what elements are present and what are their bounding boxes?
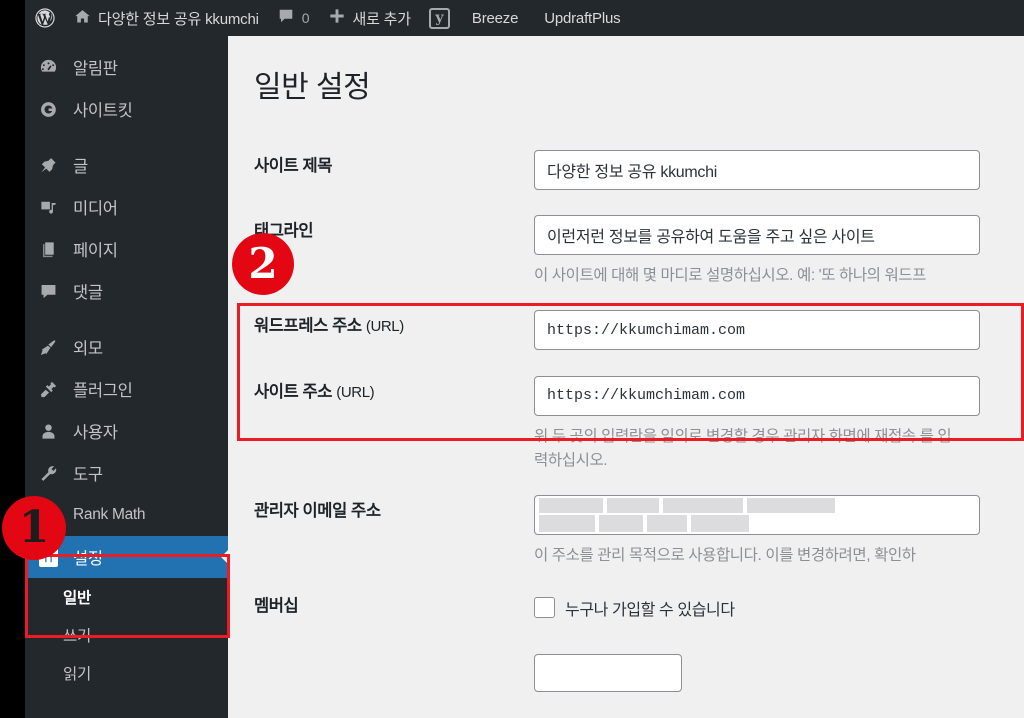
wordpress-address-label-suffix: (URL) <box>365 318 404 336</box>
sidebar-submenu-writing[interactable]: 쓰기 <box>25 616 228 654</box>
user-icon <box>39 422 67 441</box>
sidebar-item-dashboard[interactable]: 알림판 <box>25 46 228 88</box>
admin-sidebar-menu: 알림판 사이트킷 글 미디어 페이지 댓글 외모 플러그인 사용자 도구 Ran… <box>25 36 229 718</box>
annotation-badge-1: 1 <box>2 496 66 560</box>
wordpress-address-input[interactable] <box>534 310 980 351</box>
yoast-seo-menu[interactable]: y <box>420 0 459 36</box>
sidebar-item-label: 사용자 <box>73 424 118 442</box>
new-content-label: 새로 추가 <box>352 10 412 28</box>
site-title-input[interactable] <box>534 150 980 190</box>
sidebar-submenu-reading[interactable]: 읽기 <box>25 654 228 692</box>
wordpress-admin-screen: 다양한 정보 공유 kkumchi 0 새로 추가 y Breeze Updra… <box>0 0 1024 718</box>
adminbar-item-updraftplus[interactable]: UpdraftPlus <box>531 0 633 36</box>
comments-count: 0 <box>301 10 310 26</box>
comment-bubble-icon <box>277 7 295 29</box>
site-address-input[interactable] <box>534 375 980 416</box>
site-address-description: 위 두 곳의 입력란을 임의로 변경할 경우 관리자 화면에 재접속 를 입력하… <box>534 427 952 469</box>
admin-email-input[interactable] <box>534 494 980 535</box>
submenu-arrow-icon <box>221 549 229 565</box>
site-address-label-main: 사이트 주소 <box>254 382 333 401</box>
adminbar-item-breeze[interactable]: Breeze <box>459 0 531 36</box>
sidebar-item-appearance[interactable]: 외모 <box>25 326 228 368</box>
field-row-wordpress-address: 워드프레스 주소 (URL) <box>228 294 1024 359</box>
field-row-tagline: 태그라인 이 사이트에 대해 몇 마디로 설명하십시오. 예: '또 하나의 워… <box>228 199 1024 294</box>
membership-label: 멤버십 <box>254 596 299 615</box>
wordpress-logo-menu[interactable] <box>25 0 65 36</box>
new-content-menu[interactable]: 새로 추가 <box>319 0 420 36</box>
default-role-select[interactable] <box>534 653 682 692</box>
sidebar-item-label: 도구 <box>73 466 103 484</box>
yoast-glyph: y <box>435 10 444 26</box>
field-row-admin-email: 관리자 이메일 주소 이 주소를 관리 목적으로 사용합니다. 이를 변경하려면… <box>228 479 1024 574</box>
wordpress-address-label: 워드프레스 주소 (URL) <box>228 294 534 359</box>
sidebar-item-label: 플러그인 <box>73 382 133 400</box>
sidebar-item-label: 외모 <box>73 340 103 358</box>
sidebar-item-label: 글 <box>73 158 88 176</box>
pages-icon <box>39 240 67 259</box>
home-icon <box>74 8 91 29</box>
plugin-icon <box>39 380 67 399</box>
sidebar-submenu-label: 쓰기 <box>63 628 91 645</box>
sidebar-item-plugins[interactable]: 플러그인 <box>25 368 228 410</box>
left-gutter <box>0 0 25 718</box>
sidebar-item-site-kit[interactable]: 사이트킷 <box>25 88 228 130</box>
membership-checkbox-row[interactable]: 누구나 가입할 수 있습니다 <box>534 590 1024 620</box>
general-settings-form: 사이트 제목 태그라인 이 사이트에 대해 몇 마디로 설명하십시오. 예: '… <box>228 134 1024 698</box>
google-site-kit-icon <box>39 100 67 119</box>
sidebar-item-posts[interactable]: 글 <box>25 144 228 186</box>
sidebar-item-pages[interactable]: 페이지 <box>25 228 228 270</box>
field-row-site-address: 사이트 주소 (URL) 위 두 곳의 입력란을 임의로 변경할 경우 관리자 … <box>228 360 1024 479</box>
admin-email-description: 이 주소를 관리 목적으로 사용합니다. 이를 변경하려면, 확인하 <box>534 546 916 564</box>
membership-checkbox[interactable] <box>534 597 555 619</box>
site-name-label: 다양한 정보 공유 kkumchi <box>98 10 259 28</box>
wordpress-logo-icon <box>34 7 56 29</box>
tagline-description: 이 사이트에 대해 몇 마디로 설명하십시오. 예: '또 하나의 워드프 <box>534 267 927 285</box>
appearance-brush-icon <box>39 338 67 357</box>
sidebar-item-label: 알림판 <box>73 60 118 78</box>
sidebar-item-media[interactable]: 미디어 <box>25 186 228 228</box>
yoast-seo-icon: y <box>428 7 450 29</box>
admin-bar: 다양한 정보 공유 kkumchi 0 새로 추가 y Breeze Updra… <box>25 0 1024 36</box>
media-icon <box>39 198 67 217</box>
sidebar-separator <box>25 130 228 144</box>
dashboard-icon <box>39 58 67 77</box>
site-address-label: 사이트 주소 (URL) <box>228 360 534 425</box>
sidebar-item-tools[interactable]: 도구 <box>25 452 228 494</box>
settings-content-area: 일반 설정 사이트 제목 태그라인 이 사이트에 대해 몇 마디로 설명하십시오… <box>228 36 1024 718</box>
pin-icon <box>39 156 67 175</box>
page-title: 일반 설정 <box>254 71 371 104</box>
site-name-menu[interactable]: 다양한 정보 공유 kkumchi <box>65 0 268 36</box>
membership-checkbox-label: 누구나 가입할 수 있습니다 <box>565 601 735 619</box>
sidebar-item-label: 미디어 <box>73 200 118 218</box>
field-row-membership: 멤버십 누구나 가입할 수 있습니다 <box>228 574 1024 698</box>
sidebar-item-label: 댓글 <box>73 284 103 302</box>
comment-icon <box>39 282 67 301</box>
sidebar-submenu-label: 읽기 <box>63 666 91 683</box>
sidebar-item-label: 사이트킷 <box>73 102 133 120</box>
sidebar-submenu-general[interactable]: 일반 <box>25 578 228 616</box>
site-title-label: 사이트 제목 <box>254 157 333 175</box>
tools-wrench-icon <box>39 464 67 483</box>
sidebar-item-label: 설정 <box>73 550 103 568</box>
sidebar-item-label: 페이지 <box>73 242 118 260</box>
adminbar-item-label: UpdraftPlus <box>544 9 621 27</box>
comments-menu[interactable]: 0 <box>268 0 319 36</box>
admin-email-label: 관리자 이메일 주소 <box>254 501 381 520</box>
sidebar-item-label: Rank Math <box>73 506 146 523</box>
adminbar-item-label: Breeze <box>471 9 519 27</box>
sidebar-item-comments[interactable]: 댓글 <box>25 270 228 312</box>
tagline-input[interactable] <box>534 215 980 256</box>
plus-icon <box>328 7 346 29</box>
field-row-site-title: 사이트 제목 <box>228 134 1024 199</box>
sidebar-separator <box>25 312 228 326</box>
site-address-label-suffix: (URL) <box>336 383 375 401</box>
sidebar-submenu-label: 일반 <box>63 590 91 607</box>
wordpress-address-label-main: 워드프레스 주소 <box>254 317 362 336</box>
annotation-badge-2: 2 <box>232 233 294 295</box>
sidebar-item-users[interactable]: 사용자 <box>25 410 228 452</box>
